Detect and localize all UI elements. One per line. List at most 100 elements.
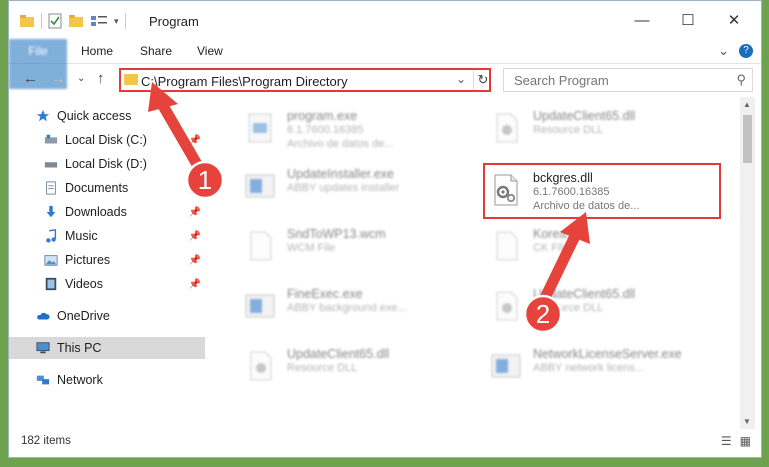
file-name: program.exe [287,109,358,123]
tab-home[interactable]: Home [81,39,113,63]
file-description: ABBY updates installer [287,182,400,194]
sidebar-item-label: Network [57,373,103,387]
computer-icon [36,342,50,354]
sidebar-item-local-disk-c[interactable]: Local Disk (C:) 📌 [9,129,205,151]
explorer-window: ▾ Program — ☐ ✕ File Home Share View ⌄ ?… [8,0,762,458]
maximize-button[interactable]: ☐ [665,7,711,33]
file-item[interactable]: Korea.c CK File [475,221,705,271]
sidebar-item-onedrive[interactable]: OneDrive [9,305,205,327]
search-box[interactable]: ⚲ [503,68,753,92]
help-icon[interactable]: ? [739,44,753,58]
window-icon [491,354,521,378]
file-name: UpdateClient65.dll [287,347,390,361]
address-path[interactable]: C:\Program Files\Program Directory [141,74,348,89]
file-version: 6.1.7600.16385 [287,124,364,136]
dll-icon [250,351,272,381]
file-name: Korea.c [533,227,577,241]
address-dropdown-icon[interactable]: ⌄ [456,72,466,86]
sidebar-item-label: OneDrive [57,309,110,323]
sidebar-item-pictures[interactable]: Pictures 📌 [9,249,205,271]
large-icons-view-icon[interactable]: ▦ [740,434,751,448]
sidebar-item-downloads[interactable]: Downloads 📌 [9,201,205,223]
sidebar-item-quick-access[interactable]: Quick access [9,105,205,127]
properties-icon[interactable] [48,13,62,29]
new-folder-icon[interactable] [68,14,84,28]
minimize-button[interactable]: — [619,7,665,33]
pin-icon[interactable]: 📌 [189,159,201,170]
vertical-scrollbar[interactable]: ▲ ▼ [740,97,755,429]
file-type: CK File [533,242,570,254]
dll-icon [496,291,518,321]
file-type: Resource DLL [533,302,604,314]
file-description: ABBY background exe... [287,302,407,314]
qat-dropdown-icon[interactable]: ▾ [114,16,119,27]
pin-icon[interactable]: 📌 [189,231,201,242]
back-button[interactable]: ← [23,70,38,87]
dll-icon [496,113,518,143]
pin-icon[interactable]: 📌 [189,135,201,146]
scroll-up-icon[interactable]: ▲ [743,100,751,109]
address-bar[interactable]: C:\Program Files\Program Directory ⌄ ↻ [119,68,491,92]
file-name: UpdateClient65.dll [533,287,636,301]
toolbar-divider [124,13,126,29]
drive-icon [44,134,58,144]
file-item[interactable]: SndToWP13.wcm WCM File [229,221,459,271]
details-view-icon[interactable]: ☰ [721,434,732,448]
expand-ribbon-icon[interactable]: ⌄ [718,43,729,59]
folder-icon [20,15,34,27]
file-type: WCM File [287,242,336,254]
sidebar-item-network[interactable]: Network [9,369,205,391]
navigation-pane: Quick access Local Disk (C:) 📌 Local Dis… [9,97,205,427]
window-title: Program [149,14,199,29]
file-type: Resource DLL [287,362,358,374]
tab-view[interactable]: View [197,39,223,63]
sidebar-item-label: Videos [65,277,103,291]
file-item[interactable]: UpdateInstaller.exe ABBY updates install… [229,161,459,211]
blank-file-icon [250,231,272,261]
sidebar-item-videos[interactable]: Videos 📌 [9,273,205,295]
pin-icon[interactable]: 📌 [189,255,201,266]
pin-icon[interactable]: 📌 [189,279,201,290]
videos-icon [45,277,57,291]
documents-icon [46,181,56,195]
item-count: 182 items [21,435,71,447]
blank-file-icon [496,231,518,261]
sidebar-item-local-disk-d[interactable]: Local Disk (D:) 📌 [9,153,205,175]
forward-button[interactable]: → [51,70,66,87]
cloud-icon [37,312,50,320]
search-icon: ⚲ [736,72,746,87]
file-description: Archivo de datos de... [287,138,394,150]
highlight-box [483,163,721,219]
tab-share[interactable]: Share [140,39,172,63]
scroll-thumb[interactable] [743,115,752,163]
search-input[interactable] [512,72,716,89]
sidebar-item-label: Quick access [57,109,132,123]
file-list: program.exe 6.1.7600.16385 Archivo de da… [219,97,739,427]
quick-access-toolbar: ▾ [19,13,126,29]
toolbar-divider [41,13,42,29]
file-item[interactable]: UpdateClient65.dll Resource DLL [475,103,705,153]
file-name: SndToWP13.wcm [287,227,386,241]
sidebar-item-music[interactable]: Music 📌 [9,225,205,247]
refresh-button[interactable]: ↻ [473,70,492,90]
network-icon [36,375,50,385]
pin-icon[interactable]: 📌 [189,207,201,218]
up-button[interactable]: ↑ [97,70,105,87]
view-options-icon[interactable] [90,14,108,28]
file-type: Resource DLL [533,124,604,136]
file-item[interactable]: FineExec.exe ABBY background exe... [229,281,459,331]
sidebar-item-label: Local Disk (D:) [65,157,147,171]
file-item[interactable]: UpdateClient65.dll Resource DLL [229,341,459,391]
ribbon-controls: ⌄ ? [718,43,753,59]
sidebar-item-this-pc[interactable]: This PC [9,337,205,359]
navigation-bar: ← → ⌄ ↑ C:\Program Files\Program Directo… [9,63,761,97]
file-item[interactable]: NetworkLicenseServer.exe ABBY network li… [475,341,705,391]
sidebar-item-documents[interactable]: Documents 📌 [9,177,205,199]
recent-locations-button[interactable]: ⌄ [77,73,85,84]
music-icon [46,229,57,243]
close-button[interactable]: ✕ [711,7,757,33]
pin-icon[interactable]: 📌 [189,183,201,194]
file-item[interactable]: UpdateClient65.dll Resource DLL [475,281,705,331]
scroll-down-icon[interactable]: ▼ [743,417,751,426]
file-item[interactable]: program.exe 6.1.7600.16385 Archivo de da… [229,103,459,153]
